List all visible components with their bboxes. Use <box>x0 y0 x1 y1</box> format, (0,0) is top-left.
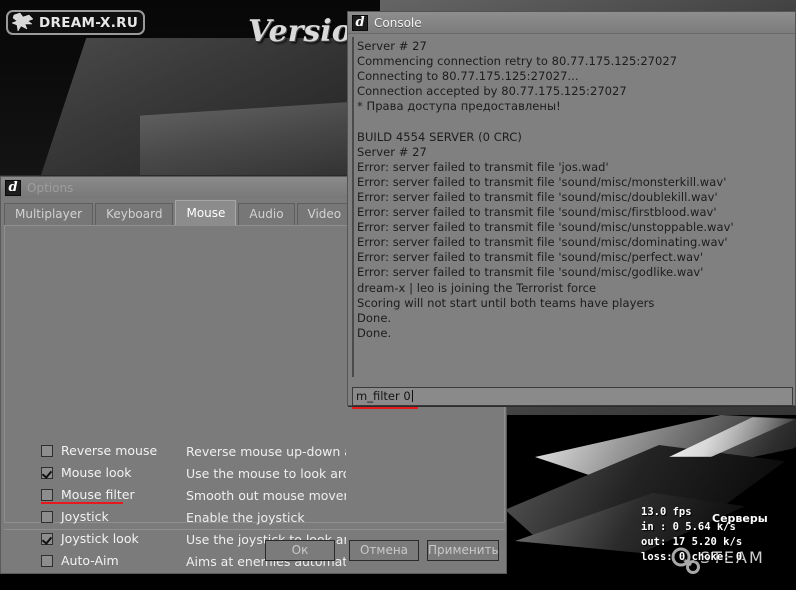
eagle-icon <box>11 12 37 33</box>
console-line: Server # 27 <box>357 144 427 159</box>
checkbox-label: Reverse mouse <box>61 443 158 458</box>
checkbox-reverse-mouse[interactable] <box>41 444 53 457</box>
console-command-text: m_filter 0 <box>356 389 411 403</box>
tab-audio[interactable]: Audio <box>238 203 295 225</box>
console-line: Commencing connection retry to 80.77.175… <box>357 54 678 69</box>
console-line: Connecting to 80.77.175.125:27027... <box>357 69 579 84</box>
netgraph-loss: loss: 0 choke: 0 <box>641 551 743 563</box>
console-line: Error: server failed to transmit file 's… <box>357 265 704 280</box>
option-description: Smooth out mouse movement <box>186 488 346 503</box>
checkbox-label: Mouse look <box>61 465 132 480</box>
console-line: dream-x | leo is joining the Terrorist f… <box>357 280 597 295</box>
mouse-filter-highlight-underline <box>41 502 123 504</box>
console-line: Error: server failed to transmit file 's… <box>357 250 704 265</box>
options-window-title: Options <box>27 180 74 195</box>
console-line: Done. <box>357 325 392 340</box>
console-line: Server # 27 <box>357 39 427 53</box>
checkbox-mouse-filter[interactable] <box>41 488 53 501</box>
console-line: Done. <box>357 310 392 325</box>
console-command-highlight-underline <box>352 407 418 409</box>
console-line: Error: server failed to transmit file 's… <box>357 205 717 220</box>
checkbox-mouse-look[interactable] <box>41 466 53 479</box>
tab-mouse[interactable]: Mouse <box>175 200 237 225</box>
tab-label: Mouse <box>186 206 226 220</box>
console-command-input[interactable]: m_filter 0 <box>352 387 793 406</box>
dream-x-logo: DREAM-X.RU <box>6 10 145 35</box>
console-input-wrap: m_filter 0 <box>352 387 793 406</box>
apply-button[interactable]: Применить <box>427 540 499 561</box>
dream-x-d-icon: d <box>352 14 368 31</box>
option-description: Enable the joystick <box>186 510 305 525</box>
console-line: Error: server failed to transmit file 's… <box>357 235 728 250</box>
tab-keyboard[interactable]: Keyboard <box>95 203 174 225</box>
console-line: * Права доступа предоставлены! <box>357 99 561 114</box>
tab-label: Multiplayer <box>15 207 83 221</box>
console-output[interactable]: Server # 27 Commencing connection retry t… <box>352 37 793 377</box>
option-row-mouse-look[interactable]: Mouse look <box>41 463 132 482</box>
cancel-button[interactable]: Отмена <box>349 540 419 561</box>
console-line: Connection accepted by 80.77.175.125:270… <box>357 84 627 99</box>
console-titlebar[interactable]: d Console <box>348 12 795 34</box>
option-row-reverse-mouse[interactable]: Reverse mouse <box>41 441 157 460</box>
console-line: Error: server failed to transmit file 's… <box>357 220 734 235</box>
tab-multiplayer[interactable]: Multiplayer <box>4 203 94 225</box>
game-screen: www.dream-x.ru Version by DREAM-X.RU STE… <box>0 0 796 590</box>
checkbox-label: Joystick <box>61 509 109 524</box>
netgraph-out: out: 17 5.20 k/s <box>641 536 743 548</box>
text-caret <box>411 390 413 402</box>
console-line: Error: server failed to transmit file 'j… <box>357 159 609 174</box>
checkbox-joystick[interactable] <box>41 510 53 523</box>
option-description: Use the mouse to look around <box>186 466 346 481</box>
console-line: Scoring will not start until both teams … <box>357 295 655 310</box>
checkbox-label: Mouse filter <box>61 487 135 502</box>
tab-label: Keyboard <box>106 207 163 221</box>
tab-label: Video <box>307 207 342 221</box>
ok-button[interactable]: Ок <box>265 540 335 561</box>
console-window-title: Console <box>374 15 422 30</box>
options-button-bar: Ок Отмена Применить <box>4 529 505 572</box>
dream-x-d-icon: d <box>5 179 21 196</box>
dream-x-logo-label: DREAM-X.RU <box>39 14 139 31</box>
servers-label: Серверы <box>712 512 768 525</box>
tab-label: Audio <box>249 207 284 221</box>
option-description: Reverse mouse up-down axis <box>186 444 346 459</box>
option-row-joystick[interactable]: Joystick <box>41 507 109 526</box>
console-line: Error: server failed to transmit file 's… <box>357 189 718 204</box>
console-line: BUILD 4554 SERVER (0 CRC) <box>357 129 522 144</box>
console-window: d Console Server # 27 Commencing connecti… <box>347 11 796 409</box>
tab-video[interactable]: Video <box>296 203 353 225</box>
console-line: Error: server failed to transmit file 's… <box>357 174 727 189</box>
